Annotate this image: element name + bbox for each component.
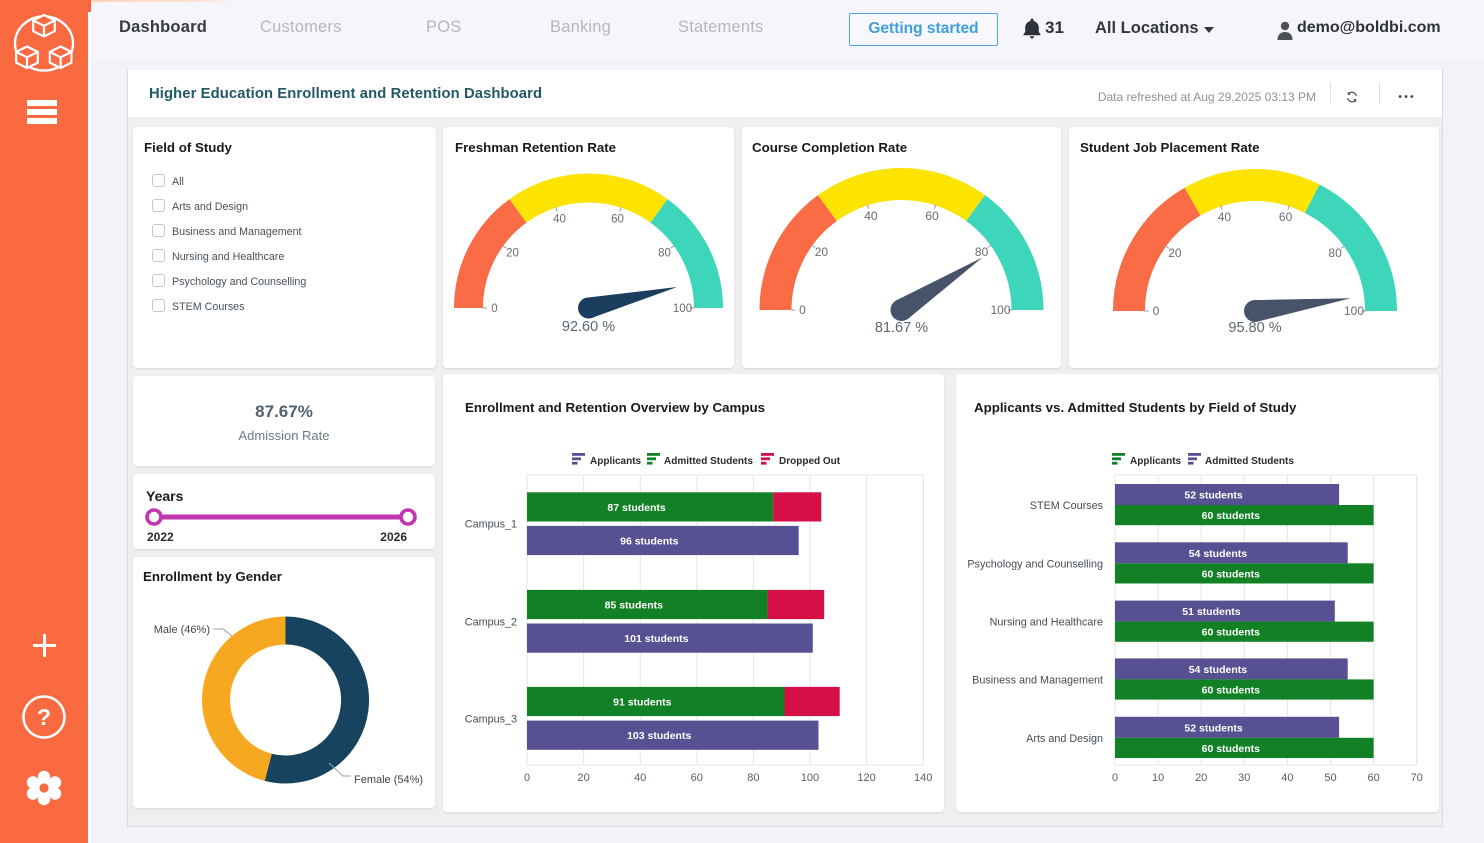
svg-text:60: 60 (925, 209, 939, 223)
svg-text:60: 60 (691, 772, 703, 784)
svg-text:96 students: 96 students (620, 536, 679, 548)
svg-text:Campus_1: Campus_1 (465, 519, 517, 531)
svg-text:20: 20 (1195, 772, 1207, 784)
svg-text:103 students: 103 students (627, 730, 691, 742)
svg-text:20: 20 (577, 772, 589, 784)
svg-text:87 students: 87 students (607, 502, 666, 514)
svg-text:STEM Courses: STEM Courses (1030, 500, 1104, 512)
svg-text:100: 100 (801, 772, 819, 784)
svg-text:?: ? (37, 704, 51, 730)
svg-text:60 students: 60 students (1202, 627, 1261, 639)
svg-text:Business and Management: Business and Management (972, 674, 1103, 686)
svg-text:100: 100 (990, 303, 1010, 317)
svg-text:20: 20 (1168, 246, 1182, 260)
svg-text:0: 0 (491, 303, 497, 315)
svg-text:60: 60 (1367, 772, 1379, 784)
svg-text:80: 80 (1328, 246, 1342, 260)
svg-text:Nursing and Healthcare: Nursing and Healthcare (990, 617, 1103, 629)
svg-text:80: 80 (975, 245, 989, 259)
svg-text:40: 40 (1218, 210, 1232, 224)
svg-text:54 students: 54 students (1189, 548, 1248, 560)
svg-text:50: 50 (1324, 772, 1336, 784)
svg-text:40: 40 (864, 209, 878, 223)
svg-text:30: 30 (1238, 772, 1250, 784)
svg-text:Psychology and Counselling: Psychology and Counselling (967, 558, 1103, 570)
svg-text:91 students: 91 students (613, 697, 672, 709)
svg-text:Arts and Design: Arts and Design (1026, 733, 1103, 745)
svg-text:54 students: 54 students (1189, 664, 1248, 676)
svg-text:52 students: 52 students (1184, 490, 1243, 502)
svg-text:Admitted Students: Admitted Students (664, 456, 753, 467)
svg-text:100: 100 (1344, 304, 1364, 318)
svg-text:95.80 %: 95.80 % (1228, 320, 1281, 336)
svg-text:Admitted Students: Admitted Students (1205, 456, 1294, 467)
svg-text:101 students: 101 students (624, 633, 688, 645)
svg-text:0: 0 (1153, 304, 1160, 318)
svg-text:Applicants: Applicants (590, 456, 642, 467)
svg-text:92.60 %: 92.60 % (562, 319, 615, 335)
svg-text:60 students: 60 students (1202, 743, 1261, 755)
svg-text:60: 60 (611, 214, 624, 226)
svg-text:60 students: 60 students (1202, 510, 1261, 522)
svg-text:60: 60 (1279, 210, 1293, 224)
svg-text:60 students: 60 students (1202, 568, 1261, 580)
svg-text:40: 40 (1281, 772, 1293, 784)
svg-text:80: 80 (658, 248, 671, 260)
svg-text:70: 70 (1411, 772, 1423, 784)
svg-text:Female (54%): Female (54%) (354, 774, 423, 786)
svg-text:81.67 %: 81.67 % (875, 320, 928, 336)
svg-text:Campus_3: Campus_3 (465, 713, 517, 725)
svg-text:0: 0 (1112, 772, 1118, 784)
svg-text:Dropped Out: Dropped Out (779, 456, 841, 467)
svg-text:85 students: 85 students (605, 600, 664, 612)
svg-text:100: 100 (673, 303, 692, 315)
svg-text:Campus_2: Campus_2 (465, 616, 517, 628)
svg-text:20: 20 (506, 248, 519, 260)
svg-text:Male (46%): Male (46%) (154, 624, 210, 636)
svg-text:40: 40 (634, 772, 646, 784)
svg-text:51 students: 51 students (1182, 606, 1241, 618)
svg-text:140: 140 (914, 772, 932, 784)
svg-text:60 students: 60 students (1202, 685, 1261, 697)
svg-text:40: 40 (553, 214, 566, 226)
svg-text:Applicants: Applicants (1130, 456, 1182, 467)
svg-text:80: 80 (747, 772, 759, 784)
svg-text:120: 120 (857, 772, 875, 784)
svg-text:0: 0 (524, 772, 530, 784)
svg-text:20: 20 (815, 245, 829, 259)
svg-text:52 students: 52 students (1184, 722, 1243, 734)
svg-text:0: 0 (799, 303, 806, 317)
svg-text:10: 10 (1152, 772, 1164, 784)
